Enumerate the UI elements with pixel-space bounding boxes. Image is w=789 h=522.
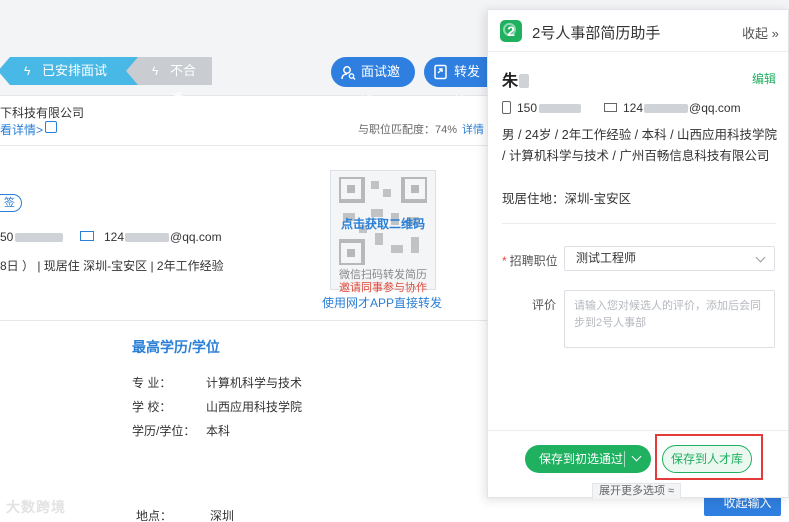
panel-header: 2 2号人事部简历助手 收起 » <box>488 10 788 52</box>
view-detail-link[interactable]: 看详情> <box>0 121 43 138</box>
forward-doc-icon <box>434 64 447 80</box>
school-label: 学 校： <box>132 400 172 414</box>
candidate-info-line: 8日 ） | 现居住 深圳-宝安区 | 2年工作经验 <box>0 259 224 273</box>
phone-icon <box>502 101 511 114</box>
status-tag-label: 已安排面试 <box>42 63 108 78</box>
lightning-icon: ϟ <box>152 64 159 78</box>
evaluation-label: 评价 <box>532 298 557 312</box>
forward-resume-label: 转发简 <box>454 64 481 109</box>
degree-label: 学历/学位： <box>132 424 196 438</box>
school-value: 山西应用科技学院 <box>206 400 303 414</box>
match-score: 与职位匹配度：74% <box>358 124 458 136</box>
button-separator <box>624 451 625 467</box>
education-section-title: 最高学历/学位 <box>132 339 220 355</box>
major-label: 专 业： <box>132 376 172 390</box>
location-value: 深圳 <box>210 509 235 522</box>
email-suffix: @qq.com <box>689 101 741 115</box>
get-qr-code-link[interactable]: 点击获取二维码 <box>331 215 435 232</box>
mail-icon <box>80 231 94 241</box>
education-major-row: 专 业： 计算机科学与技术 <box>132 374 302 391</box>
save-to-talent-pool-button[interactable]: 保存到人才库 <box>662 445 752 473</box>
masked-text <box>15 233 64 243</box>
watermark: 大数跨境 <box>6 499 66 515</box>
divider <box>502 223 776 224</box>
save-to-initial-pass-button[interactable]: 保存到初选通过 <box>525 445 651 473</box>
location-row: 地点： 深圳 <box>136 507 234 522</box>
job-position-label: * 招聘职位 <box>502 252 558 269</box>
email-prefix: 124 <box>104 230 125 244</box>
candidate-email: 124 @qq.com <box>623 101 741 115</box>
status-tag-not-suitable[interactable]: ϟ 不合适 <box>126 57 212 106</box>
status-tag-label: 不合适 <box>170 63 197 106</box>
interview-invite-button[interactable]: 面试邀请 <box>331 57 415 109</box>
divider <box>0 145 490 146</box>
tag-chip[interactable]: 签 <box>0 194 22 212</box>
calendar-icon[interactable] <box>45 121 57 133</box>
degree-value: 本科 <box>206 424 231 438</box>
email-suffix: @qq.com <box>170 230 222 244</box>
candidate-name-text: 朱 <box>502 73 519 90</box>
masked-text <box>519 74 530 88</box>
panel-title: 2号人事部简历助手 <box>532 25 661 42</box>
company-name: 下科技有限公司 <box>0 106 85 120</box>
lightning-icon: ϟ <box>24 64 31 78</box>
candidate-summary: 男 / 24岁 / 2年工作经验 / 本科 / 山西应用科技学院 / 计算机科学… <box>502 128 778 163</box>
location-label: 地点： <box>136 509 173 522</box>
masked-text <box>125 233 170 243</box>
masked-text <box>539 104 582 114</box>
job-position-select[interactable]: 测试工程师 <box>564 246 775 271</box>
match-detail-link[interactable]: 详情 <box>462 121 484 137</box>
major-value: 计算机科学与技术 <box>206 376 303 390</box>
qr-invite-hint: 邀请同事参与协作 <box>339 282 427 294</box>
education-degree-row: 学历/学位： 本科 <box>132 422 230 439</box>
divider <box>0 320 490 321</box>
expand-more-options-button[interactable]: 展开更多选项 ≈ <box>592 483 682 499</box>
chevron-down-icon[interactable] <box>631 451 642 462</box>
resume-assistant-panel: 2 2号人事部简历助手 收起 » 朱 编辑 150 124 @qq.com 男 /… <box>487 9 789 499</box>
phone-number: 50 <box>0 230 64 244</box>
email-address: 124 @qq.com <box>104 230 222 244</box>
candidate-residence: 现居住地：深圳-宝安区 <box>502 192 632 206</box>
evaluation-textarea[interactable] <box>564 290 775 348</box>
phone-prefix: 150 <box>517 101 538 115</box>
divider <box>488 430 788 431</box>
email-prefix: 124 <box>623 101 644 115</box>
person-search-icon <box>341 66 356 80</box>
candidate-phone: 150 <box>517 101 582 115</box>
masked-text <box>644 104 689 114</box>
education-school-row: 学 校： 山西应用科技学院 <box>132 398 302 415</box>
candidate-name: 朱 <box>502 67 530 91</box>
collapse-panel-button[interactable]: 收起 » <box>742 23 779 42</box>
mail-icon <box>604 103 617 112</box>
phone-prefix: 50 <box>0 230 14 244</box>
save-to-initial-pass-label: 保存到初选通过 <box>539 452 624 466</box>
app-logo-icon: 2 <box>500 20 522 42</box>
job-position-value: 测试工程师 <box>576 251 637 265</box>
edit-button[interactable]: 编辑 <box>752 70 776 87</box>
interview-invite-label: 面试邀请 <box>361 64 401 109</box>
status-tag-arranged-interview[interactable]: ϟ 已安排面试 <box>0 57 138 85</box>
chevron-down-icon <box>755 252 766 263</box>
required-marker: * <box>502 254 507 268</box>
qr-code-card[interactable]: 点击获取二维码 微信扫码转发简历 邀请同事参与协作 <box>330 170 436 294</box>
job-position-label-text: 招聘职位 <box>509 254 558 268</box>
app-forward-link[interactable]: 使用网才APP直接转发 <box>322 294 442 311</box>
